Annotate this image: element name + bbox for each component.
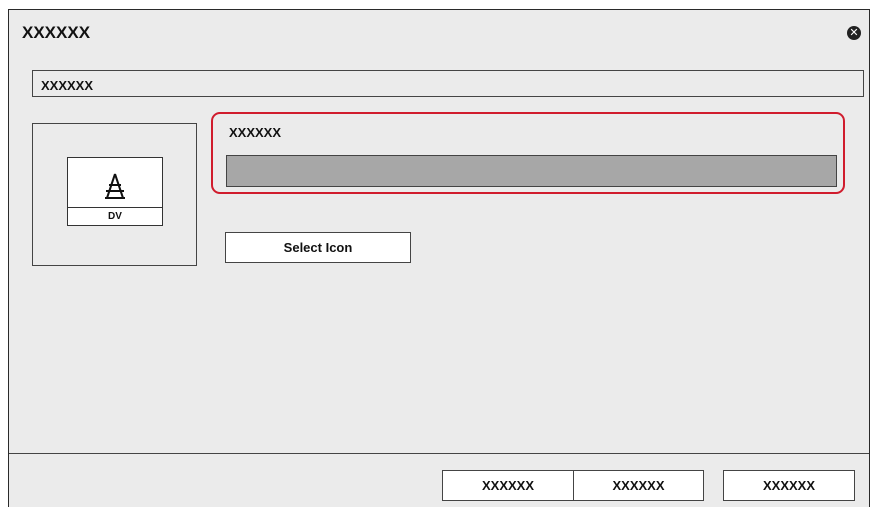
name-field[interactable]: XXXXXX bbox=[32, 70, 864, 97]
close-icon[interactable]: ✕ bbox=[847, 26, 861, 40]
dialog-title: XXXXXX bbox=[22, 23, 91, 42]
footer-divider bbox=[9, 453, 869, 454]
dialog-window: XXXXXX ✕ XXXXXX DV XXXXXX Select Icon XX… bbox=[8, 9, 870, 507]
footer-button-2[interactable]: XXXXXX bbox=[573, 470, 704, 501]
icon-card: DV bbox=[67, 157, 163, 226]
footer-button-1[interactable]: XXXXXX bbox=[442, 470, 574, 501]
select-icon-button[interactable]: Select Icon bbox=[225, 232, 411, 263]
icon-label: DV bbox=[68, 207, 162, 225]
source-input[interactable] bbox=[226, 155, 837, 187]
source-label: XXXXXX bbox=[229, 125, 282, 140]
icon-preview-panel: DV bbox=[32, 123, 197, 266]
antenna-tower-icon bbox=[68, 166, 162, 206]
footer-button-3[interactable]: XXXXXX bbox=[723, 470, 855, 501]
